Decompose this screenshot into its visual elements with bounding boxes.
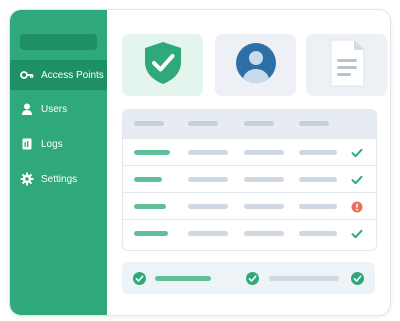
sidebar-item-label: Settings [41, 173, 78, 185]
sidebar: Access Points Users Logs Settings [10, 10, 107, 315]
cell-placeholder [299, 150, 337, 155]
cell-placeholder [134, 177, 162, 182]
check-circle-icon [246, 272, 259, 285]
cell-placeholder [244, 231, 284, 236]
sidebar-item-label: Logs [41, 138, 63, 150]
cell-placeholder [188, 231, 228, 236]
check-circle-icon [133, 272, 146, 285]
sidebar-item-label: Access Points [41, 69, 104, 81]
user-icon [20, 102, 34, 116]
status-placeholder [155, 276, 211, 281]
table-row[interactable] [123, 219, 376, 247]
access-points-table [122, 109, 377, 251]
cell-placeholder [188, 204, 228, 209]
document-card[interactable] [306, 34, 387, 96]
security-status-card[interactable] [122, 34, 203, 96]
header-placeholder [188, 121, 218, 126]
cell-placeholder [188, 150, 228, 155]
cell-placeholder [134, 231, 168, 236]
sidebar-item-logs[interactable]: Logs [10, 129, 107, 159]
check-icon [351, 227, 363, 239]
cell-placeholder [134, 204, 166, 209]
sidebar-item-users[interactable]: Users [10, 94, 107, 124]
shield-check-icon [142, 40, 184, 91]
table-row[interactable] [123, 165, 376, 193]
user-avatar-icon [235, 42, 277, 89]
warning-icon [351, 200, 363, 213]
cell-placeholder [134, 150, 170, 155]
header-placeholder [299, 121, 329, 126]
status-summary-bar [122, 262, 375, 294]
status-placeholder [269, 276, 339, 281]
sidebar-item-settings[interactable]: Settings [10, 164, 107, 194]
check-icon [351, 173, 363, 185]
table-row[interactable] [123, 138, 376, 166]
cell-placeholder [244, 204, 284, 209]
check-circle-icon [351, 272, 364, 285]
app-window: Access Points Users Logs Settings [9, 9, 391, 316]
gear-icon [20, 172, 34, 186]
cell-placeholder [299, 177, 337, 182]
sidebar-item-access-points[interactable]: Access Points [10, 60, 107, 90]
cell-placeholder [299, 231, 337, 236]
header-placeholder [134, 121, 164, 126]
table-row[interactable] [123, 192, 376, 220]
header-placeholder [244, 121, 274, 126]
cell-placeholder [244, 150, 284, 155]
cell-placeholder [188, 177, 228, 182]
log-icon [20, 137, 34, 151]
document-icon [327, 38, 367, 93]
sidebar-item-label: Users [41, 103, 68, 115]
sidebar-search-bar[interactable] [20, 34, 97, 50]
check-icon [351, 146, 363, 158]
cell-placeholder [299, 204, 337, 209]
user-profile-card[interactable] [215, 34, 296, 96]
cell-placeholder [244, 177, 284, 182]
key-icon [20, 68, 34, 82]
table-header [123, 110, 376, 138]
